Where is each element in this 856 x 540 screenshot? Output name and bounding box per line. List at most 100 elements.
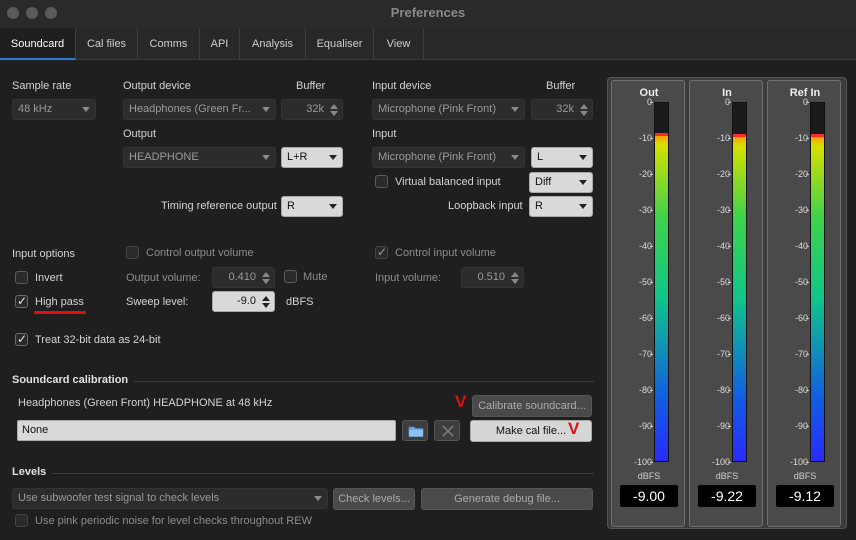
virtual-balanced-value: Diff bbox=[535, 176, 552, 188]
output-volume-value: 0.410 bbox=[228, 271, 256, 283]
meter-tick bbox=[650, 102, 653, 103]
chevron-down-icon bbox=[511, 107, 519, 112]
tab-cal-files[interactable]: Cal files bbox=[76, 28, 138, 60]
control-output-volume-checkbox[interactable] bbox=[126, 246, 139, 259]
sweep-level-stepper[interactable]: -9.0 bbox=[212, 291, 275, 312]
generate-debug-button[interactable]: Generate debug file... bbox=[421, 488, 593, 510]
output-volume-label: Output volume: bbox=[126, 272, 201, 284]
input-options-title: Input options bbox=[12, 248, 75, 260]
meter-bar-fill bbox=[655, 135, 668, 461]
tab-bar: Soundcard Cal files Comms API Analysis E… bbox=[0, 28, 856, 60]
output-channel-select[interactable]: L+R bbox=[281, 147, 343, 168]
cal-file-field[interactable]: None bbox=[17, 420, 396, 441]
invert-checkbox[interactable] bbox=[15, 271, 28, 284]
output-device-select[interactable]: Headphones (Green Fr... bbox=[123, 99, 276, 120]
close-icon bbox=[442, 425, 454, 437]
input-channel-select[interactable]: L bbox=[531, 147, 593, 168]
chevron-down-icon bbox=[579, 180, 587, 185]
level-signal-select[interactable]: Use subwoofer test signal to check level… bbox=[12, 488, 328, 509]
stepper-down-icon[interactable] bbox=[262, 303, 270, 308]
input-select[interactable]: Microphone (Pink Front) bbox=[372, 147, 525, 168]
control-output-volume-label: Control output volume bbox=[146, 247, 254, 259]
output-buffer-value: 32k bbox=[306, 103, 324, 115]
meter-unit: dBFS bbox=[793, 471, 817, 481]
meter-unit: dBFS bbox=[715, 471, 739, 481]
high-pass-checkbox[interactable] bbox=[15, 294, 28, 308]
stepper-down-icon[interactable] bbox=[262, 279, 270, 284]
meter-tick bbox=[728, 174, 731, 175]
section-divider bbox=[134, 381, 594, 382]
meter-tick bbox=[728, 318, 731, 319]
levels-title: Levels bbox=[12, 466, 47, 478]
sample-rate-select[interactable]: 48 kHz bbox=[12, 99, 96, 120]
meter-tick bbox=[728, 354, 731, 355]
stepper-down-icon[interactable] bbox=[580, 111, 588, 116]
stepper-up-icon[interactable] bbox=[511, 272, 519, 277]
meter-scale-label: -10 bbox=[716, 133, 730, 143]
annotation-underline bbox=[34, 311, 86, 314]
pink-noise-checkbox[interactable] bbox=[15, 514, 28, 527]
meter-scale-label: -40 bbox=[716, 241, 730, 251]
treat-32bit-checkbox[interactable] bbox=[15, 332, 28, 346]
meter-peak-marker bbox=[811, 133, 824, 137]
stepper-down-icon[interactable] bbox=[511, 279, 519, 284]
meter-scale-label: 0 bbox=[694, 97, 730, 107]
meter-scale-label: -50 bbox=[716, 277, 730, 287]
tab-api[interactable]: API bbox=[200, 28, 240, 60]
meter-tick bbox=[806, 462, 809, 463]
calibrate-soundcard-button[interactable]: Calibrate soundcard... bbox=[472, 395, 592, 417]
check-levels-button[interactable]: Check levels... bbox=[333, 488, 415, 510]
tab-equaliser[interactable]: Equaliser bbox=[306, 28, 374, 60]
meter-scale-label: -80 bbox=[638, 385, 652, 395]
stepper-up-icon[interactable] bbox=[580, 104, 588, 109]
input-device-select[interactable]: Microphone (Pink Front) bbox=[372, 99, 525, 120]
sweep-level-value: -9.0 bbox=[237, 295, 256, 307]
annotation-check-mark: V bbox=[455, 392, 467, 411]
input-volume-stepper[interactable]: 0.510 bbox=[461, 267, 524, 288]
input-buffer-label: Buffer bbox=[546, 80, 576, 92]
meter-readout: -9.12 bbox=[776, 485, 834, 507]
meter-bar-track bbox=[810, 102, 825, 462]
meter-tick bbox=[806, 390, 809, 391]
input-label: Input bbox=[372, 128, 397, 140]
meter-scale-label: -70 bbox=[716, 349, 730, 359]
output-select[interactable]: HEADPHONE bbox=[123, 147, 276, 168]
meter-peak-marker bbox=[655, 133, 668, 137]
meter-tick bbox=[728, 246, 731, 247]
meter-tick bbox=[650, 138, 653, 139]
meter-scale-label: -10 bbox=[794, 133, 808, 143]
output-value: HEADPHONE bbox=[129, 151, 199, 163]
clear-cal-button[interactable] bbox=[434, 420, 460, 441]
meter-tick bbox=[806, 102, 809, 103]
timing-reference-label: Timing reference output bbox=[161, 200, 277, 212]
loopback-input-select[interactable]: R bbox=[529, 196, 593, 217]
stepper-up-icon[interactable] bbox=[262, 296, 270, 301]
tab-view[interactable]: View bbox=[374, 28, 424, 60]
meter-scale-label: -100 bbox=[711, 457, 730, 467]
meter-scale-label: -10 bbox=[638, 133, 652, 143]
stepper-up-icon[interactable] bbox=[262, 272, 270, 277]
open-folder-button[interactable] bbox=[402, 420, 428, 441]
chevron-down-icon bbox=[262, 155, 270, 160]
meter-scale-label: -70 bbox=[794, 349, 808, 359]
control-input-volume-checkbox[interactable] bbox=[375, 245, 388, 259]
input-volume-label: Input volume: bbox=[375, 272, 442, 284]
folder-icon bbox=[408, 426, 424, 437]
timing-reference-select[interactable]: R bbox=[281, 196, 343, 217]
stepper-down-icon[interactable] bbox=[330, 111, 338, 116]
mute-checkbox[interactable] bbox=[284, 270, 297, 283]
tab-comms[interactable]: Comms bbox=[138, 28, 200, 60]
meter-readout: -9.00 bbox=[620, 485, 678, 507]
tab-analysis[interactable]: Analysis bbox=[240, 28, 306, 60]
stepper-up-icon[interactable] bbox=[330, 104, 338, 109]
input-buffer-stepper[interactable]: 32k bbox=[531, 99, 593, 120]
level-meter: In0-10-20-30-40-50-60-70-80-90-100dBFS-9… bbox=[689, 80, 763, 527]
virtual-balanced-select[interactable]: Diff bbox=[529, 172, 593, 193]
virtual-balanced-checkbox[interactable] bbox=[375, 175, 388, 188]
input-device-label: Input device bbox=[372, 80, 432, 92]
output-volume-stepper[interactable]: 0.410 bbox=[212, 267, 275, 288]
meter-tick bbox=[728, 282, 731, 283]
tab-soundcard[interactable]: Soundcard bbox=[0, 28, 76, 60]
calibration-title: Soundcard calibration bbox=[12, 374, 129, 386]
output-buffer-stepper[interactable]: 32k bbox=[281, 99, 343, 120]
